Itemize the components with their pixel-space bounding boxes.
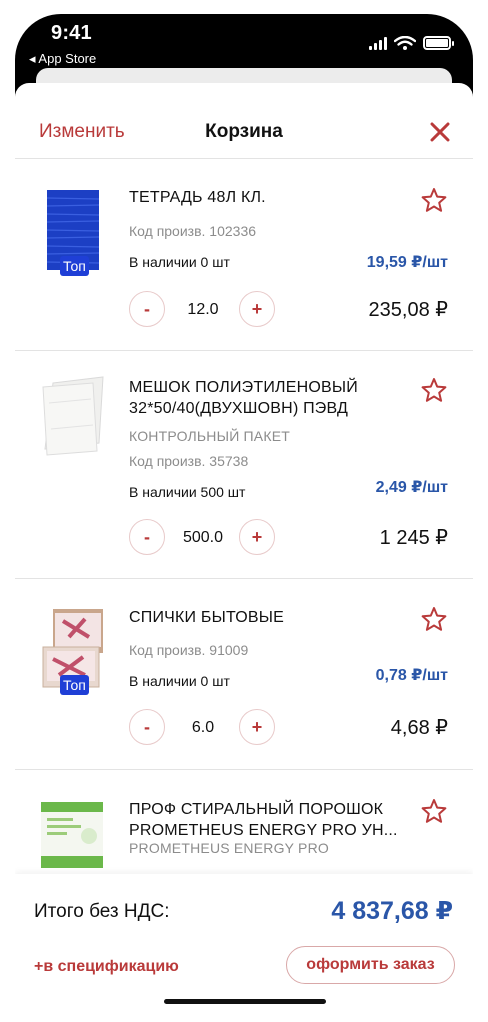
product-brand: КОНТРОЛЬНЫЙ ПАКЕТ <box>129 428 290 444</box>
cart-item: ПРОФ СТИРАЛЬНЫЙ ПОРОШОК PROMETHEUS ENERG… <box>15 770 473 874</box>
unit-price: 19,59 ₽/шт <box>366 254 448 271</box>
close-icon[interactable] <box>429 121 451 143</box>
total-sum: 4 837,68 ₽ <box>331 897 453 925</box>
star-outline-icon[interactable] <box>421 187 447 213</box>
cart-footer: Итого без НДС: 4 837,68 ₽ +в спецификаци… <box>15 874 473 1022</box>
product-name: МЕШОК ПОЛИЭТИЛЕНОВЫЙ 32*50/40(ДВУХШОВН) … <box>129 379 358 417</box>
cart-sheet: Изменить Корзина Топ ТЕТРАДЬ 48Л КЛ. Код… <box>15 83 473 1022</box>
item-total: 1 245 ₽ <box>379 527 448 549</box>
product-name: ПРОФ СТИРАЛЬНЫЙ ПОРОШОК PROMETHEUS ENERG… <box>129 801 398 839</box>
quantity-value[interactable]: 6.0 <box>167 719 239 737</box>
cellular-signal-icon <box>369 37 387 50</box>
total-label: Итого без НДС: <box>34 901 170 922</box>
page-title: Корзина <box>205 121 283 142</box>
product-name: ТЕТРАДЬ 48Л КЛ. <box>129 189 266 206</box>
status-time: 9:41 <box>51 22 92 44</box>
home-indicator[interactable] <box>164 999 326 1004</box>
top-badge: Топ <box>60 256 89 276</box>
stock-status: В наличии 500 шт <box>129 484 246 500</box>
star-outline-icon[interactable] <box>421 798 447 824</box>
status-bar: 9:41 ◂ App Store <box>15 14 473 74</box>
star-outline-icon[interactable] <box>421 606 447 632</box>
decrease-quantity-button[interactable]: - <box>129 291 165 327</box>
product-code: Код произв. 102336 <box>129 223 257 239</box>
decrease-quantity-button[interactable]: - <box>129 519 165 555</box>
cart-item: Топ ТЕТРАДЬ 48Л КЛ. Код произв. 102336 В… <box>15 160 473 351</box>
product-name: СПИЧКИ БЫТОВЫЕ <box>129 609 284 626</box>
product-image-plastic-bag <box>42 376 104 456</box>
increase-quantity-button[interactable]: + <box>239 519 275 555</box>
product-brand: PROMETHEUS ENERGY PRO <box>129 840 329 856</box>
cart-item: МЕШОК ПОЛИЭТИЛЕНОВЫЙ 32*50/40(ДВУХШОВН) … <box>15 351 473 579</box>
item-total: 4,68 ₽ <box>390 717 448 739</box>
decrease-quantity-button[interactable]: - <box>129 709 165 745</box>
star-outline-icon[interactable] <box>421 377 447 403</box>
product-code: Код произв. 91009 <box>129 642 249 658</box>
stock-status: В наличии 0 шт <box>129 673 230 689</box>
cart-items-list: Топ ТЕТРАДЬ 48Л КЛ. Код произв. 102336 В… <box>15 160 473 874</box>
product-image-detergent <box>41 802 103 868</box>
checkout-button[interactable]: оформить заказ <box>286 946 455 984</box>
top-badge: Топ <box>60 675 89 695</box>
status-icons <box>369 36 454 50</box>
cart-item: Топ СПИЧКИ БЫТОВЫЕ Код произв. 91009 В н… <box>15 579 473 770</box>
unit-price: 2,49 ₽/шт <box>375 479 448 496</box>
increase-quantity-button[interactable]: + <box>239 709 275 745</box>
quantity-value[interactable]: 500.0 <box>167 529 239 547</box>
add-to-specification-link[interactable]: +в спецификацию <box>34 958 179 976</box>
stock-status: В наличии 0 шт <box>129 254 230 270</box>
item-total: 235,08 ₽ <box>368 299 448 321</box>
wifi-icon <box>394 36 416 50</box>
nav-bar: Изменить Корзина <box>15 83 473 159</box>
back-to-app-store-link[interactable]: ◂ App Store <box>29 51 96 67</box>
increase-quantity-button[interactable]: + <box>239 291 275 327</box>
battery-icon <box>423 36 454 50</box>
quantity-value[interactable]: 12.0 <box>167 301 239 319</box>
product-code: Код произв. 35738 <box>129 453 249 469</box>
unit-price: 0,78 ₽/шт <box>375 667 448 684</box>
